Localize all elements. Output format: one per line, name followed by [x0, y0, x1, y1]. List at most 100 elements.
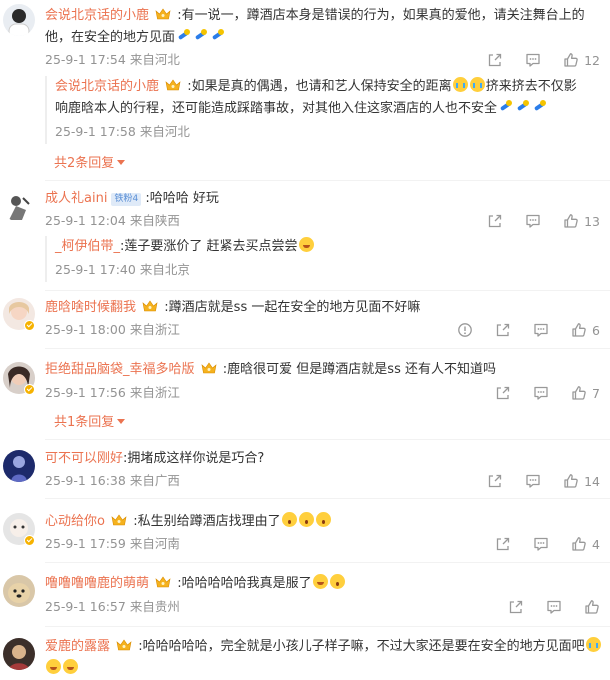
avatar[interactable]	[3, 638, 35, 670]
comment-username[interactable]: 鹿晗啥时候翻我	[45, 300, 136, 315]
microphone-emoji-icon	[176, 28, 191, 43]
reply-button[interactable]	[533, 536, 549, 552]
laughing-emoji-icon	[63, 659, 78, 674]
reply-button[interactable]	[525, 52, 541, 68]
crown-badge-icon	[155, 576, 171, 588]
shocked-emoji-icon	[315, 512, 331, 527]
share-button[interactable]	[495, 385, 511, 401]
comment-icon	[546, 599, 562, 615]
comment-username[interactable]: 成人礼aini	[45, 191, 107, 206]
comment-actions: 6	[435, 321, 600, 339]
comment-time: 25-9-1 17:59	[45, 536, 126, 551]
comment-username[interactable]: 噜噜噜噜鹿的萌萌	[45, 576, 149, 591]
reply-username[interactable]: _柯伊伯带_	[55, 239, 120, 254]
share-button[interactable]	[495, 322, 511, 338]
comment-meta: 25-9-1 17:56 来自浙江	[45, 384, 180, 402]
microphone-emoji-icon	[193, 28, 208, 43]
share-button[interactable]	[508, 599, 524, 615]
crown-badge-icon	[142, 300, 158, 312]
divider	[45, 348, 610, 349]
comment-text-continued: 他，在安全的地方见面	[45, 30, 176, 45]
share-button[interactable]	[487, 213, 503, 229]
comment-text: :哈哈哈哈哈我真是服了	[177, 576, 312, 591]
comment-username[interactable]: 心动给你o	[45, 514, 105, 529]
laughing-emoji-icon	[298, 237, 314, 252]
crown-badge-icon	[116, 639, 132, 651]
crown-badge-icon	[111, 514, 127, 526]
avatar[interactable]	[3, 575, 35, 607]
share-icon	[495, 536, 511, 552]
report-button[interactable]	[457, 322, 473, 338]
crown-badge-icon	[155, 8, 171, 20]
expand-replies-link[interactable]: 共2条回复	[54, 152, 126, 171]
like-button[interactable]: 4	[571, 536, 600, 552]
comment-meta: 25-9-1 17:59 来自河南	[45, 535, 180, 553]
comment-username[interactable]: 拒绝甜品脑袋_幸福多哈版	[45, 362, 195, 377]
comment-username[interactable]: 可不可以刚好	[45, 451, 123, 466]
share-icon	[487, 473, 503, 489]
chevron-down-icon	[117, 160, 126, 165]
share-button[interactable]	[495, 536, 511, 552]
thumbs-up-icon	[571, 322, 587, 338]
microphone-emoji-icon	[515, 99, 530, 114]
verified-badge-icon	[24, 320, 35, 331]
thumbs-up-icon	[563, 473, 579, 489]
laughing-emoji-icon	[46, 659, 61, 674]
comment-text: :有一说一，蹲酒店本身是错误的行为，如果真的爱他，请关注舞台上的	[177, 8, 585, 23]
crying-emoji-icon	[585, 637, 601, 652]
reply-meta: 25-9-1 17:58 来自河北	[55, 123, 190, 141]
reply-button[interactable]	[533, 385, 549, 401]
like-button[interactable]: 7	[571, 385, 600, 401]
comment-username[interactable]: 爱鹿的露露	[45, 639, 110, 654]
like-button[interactable]: 6	[571, 322, 600, 338]
reply-button[interactable]	[546, 599, 562, 615]
like-button[interactable]: 12	[563, 52, 600, 68]
reply-button[interactable]	[525, 473, 541, 489]
comment-actions: 7	[473, 384, 600, 402]
avatar[interactable]	[3, 4, 35, 36]
avatar[interactable]	[3, 190, 35, 222]
chevron-down-icon	[117, 419, 126, 424]
expand-replies-link[interactable]: 共1条回复	[54, 411, 126, 430]
divider	[45, 180, 610, 181]
reply-button[interactable]	[533, 322, 549, 338]
comment-icon	[533, 536, 549, 552]
comment-location: 来自浙江	[129, 322, 180, 337]
thumbs-up-icon	[563, 52, 579, 68]
comment-icon	[525, 473, 541, 489]
like-button[interactable]	[584, 599, 600, 615]
comment-actions: 13	[465, 212, 600, 230]
comment-time: 25-9-1 16:57	[45, 599, 126, 614]
comment-text: :哈哈哈 好玩	[145, 191, 219, 206]
comment-actions: 12	[465, 51, 600, 69]
comment-text: :鹿晗很可爱 但是蹲酒店就是ss 还有人不知道吗	[222, 362, 496, 377]
thumbs-up-icon	[584, 599, 600, 615]
thumbs-up-icon	[571, 536, 587, 552]
comment-location: 来自浙江	[129, 385, 180, 400]
comment-username[interactable]: 会说北京话的小鹿	[45, 8, 149, 23]
reply-text-continued: 响鹿晗本人的行程，还可能造成踩踏事故，对其他入住这家酒店的人也不安全	[55, 101, 498, 116]
like-count: 4	[592, 536, 600, 552]
microphone-emoji-icon	[210, 28, 225, 43]
like-count: 12	[584, 52, 600, 68]
like-button[interactable]: 13	[563, 213, 600, 229]
crown-badge-icon	[201, 362, 217, 374]
like-button[interactable]: 14	[563, 473, 600, 489]
expand-replies-label: 共2条回复	[54, 156, 115, 171]
divider	[45, 498, 610, 499]
reply-time: 25-9-1 17:58	[55, 124, 136, 139]
reply-button[interactable]	[525, 213, 541, 229]
reply-username[interactable]: 会说北京话的小鹿	[55, 79, 159, 94]
thumbs-up-icon	[571, 385, 587, 401]
share-icon	[495, 322, 511, 338]
comment-meta: 25-9-1 18:00 来自浙江	[45, 321, 180, 339]
reply-text: :如果是真的偶遇，也请和艺人保持安全的距离	[187, 79, 452, 94]
share-button[interactable]	[487, 473, 503, 489]
share-button[interactable]	[487, 52, 503, 68]
verified-badge-icon	[24, 535, 35, 546]
comment-location: 来自河南	[129, 536, 180, 551]
avatar[interactable]	[3, 450, 35, 482]
reply-text: :莲子要涨价了 赶紧去买点尝尝	[120, 239, 298, 254]
expand-replies-label: 共1条回复	[54, 415, 115, 430]
fan-level-badge: 铁粉4	[111, 193, 142, 206]
